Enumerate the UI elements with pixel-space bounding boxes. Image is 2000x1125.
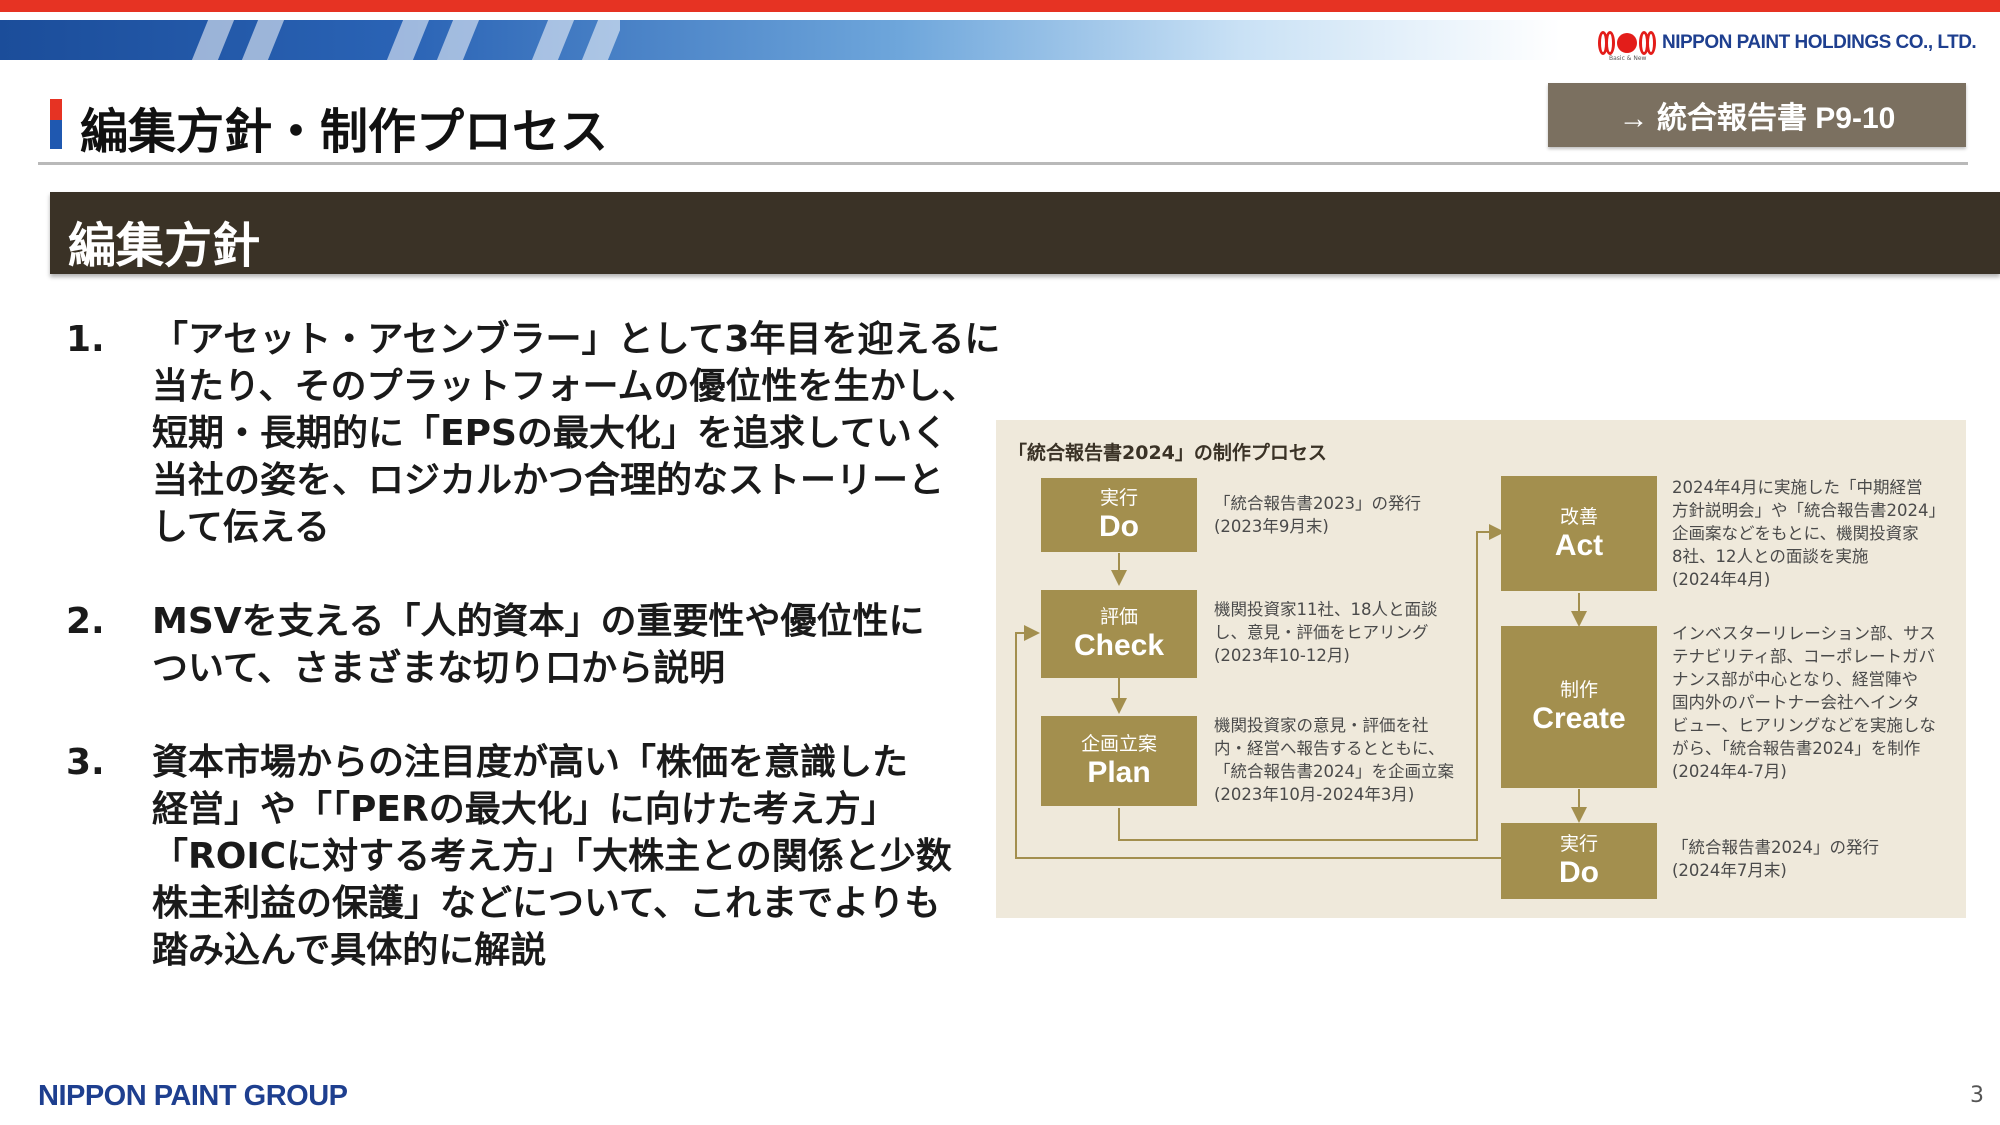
band-diagonal-stripes: [0, 20, 620, 60]
step-label-jp: 改善: [1559, 505, 1598, 528]
step-label-jp: 評価: [1099, 606, 1138, 628]
policy-text-line: 「アセット・アセンブラー」として3年目を迎えるに: [152, 319, 1001, 360]
page-title: 編集方針・制作プロセス: [80, 104, 609, 160]
title-divider: [38, 162, 1968, 165]
policy-number: 2.: [66, 601, 105, 642]
title-accent-bar: [50, 99, 62, 149]
integrated-report-reference-button[interactable]: → 統合報告書 P9-10: [1548, 83, 1966, 147]
step-do-2024: 実行 Do: [1501, 823, 1657, 899]
step-label-en: Act: [1554, 528, 1604, 562]
step-check: 評価 Check: [1041, 590, 1197, 678]
step-do-2024-note: 「統合報告書2024」の発行 (2024年7月末): [1672, 838, 1879, 880]
step-label-en: Create: [1532, 702, 1626, 735]
step-check-note: 機関投資家11社、18人と面談 し、意見・評価をヒアリング (2023年10-1…: [1214, 600, 1438, 665]
step-label-en: Check: [1073, 629, 1165, 662]
step-label-en: Do: [1099, 510, 1139, 543]
step-act: 改善 Act: [1501, 476, 1657, 591]
step-act-note: 2024年4月に実施した「中期経営 方針説明会」や「統合報告書2024」 企画案…: [1672, 478, 1945, 589]
top-red-stripe: [0, 0, 2000, 12]
policy-text-line: 「ROICに対する考え方」「大株主との関係と少数: [152, 836, 952, 877]
step-do-2023: 実行 Do: [1041, 478, 1197, 552]
company-logo-text: NIPPON PAINT HOLDINGS CO., LTD.: [1662, 32, 1977, 53]
step-plan: 企画立案 Plan: [1041, 716, 1197, 806]
policy-text-line: 経営」や「「PERの最大化」に向けた考え方」: [152, 789, 897, 830]
step-label-en: Do: [1559, 856, 1599, 889]
step-create: 制作 Create: [1501, 626, 1657, 788]
step-create-note: インベスターリレーション部、サス テナビリティ部、コーポレートガバ ナンス部が中…: [1672, 624, 1936, 781]
step-label-jp: 実行: [1559, 833, 1598, 855]
policy-text-line: 踏み込んで具体的に解説: [152, 930, 547, 971]
step-plan-note: 機関投資家の意見・評価を社 内・経営へ報告するとともに、 「統合報告書2024」…: [1214, 716, 1454, 804]
editorial-policy-list: 1. 「アセット・アセンブラー」として3年目を迎えるに 当たり、そのプラットフォ…: [66, 316, 1001, 1021]
policy-item: 2. MSVを支える「人的資本」の重要性や優位性に ついて、さまざまな切り口から…: [66, 598, 966, 692]
policy-item: 3. 資本市場からの注目度が高い「株価を意識した 経営」や「「PERの最大化」に…: [66, 739, 966, 974]
page-number: 3: [1970, 1083, 1984, 1108]
policy-text-line: ついて、さまざまな切り口から説明: [152, 648, 726, 689]
group-logo: NIPPON PAINT GROUP: [38, 1080, 348, 1112]
policy-number: 1.: [66, 319, 105, 360]
policy-text-line: MSVを支える「人的資本」の重要性や優位性に: [152, 601, 925, 642]
step-do-2023-note: 「統合報告書2023」の発行 (2023年9月末): [1214, 494, 1421, 536]
policy-text-line: 株主利益の保護」などについて、これまでよりも: [152, 883, 941, 924]
section-heading: 編集方針: [68, 218, 261, 274]
policy-text-line: 当社の姿を、ロジカルかつ合理的なストーリーと: [152, 460, 945, 501]
policy-text-line: 当たり、そのプラットフォームの優位性を生かし、: [152, 366, 978, 407]
nippon-paint-mark-icon: Basic & New: [1598, 30, 1656, 62]
step-label-jp: 実行: [1099, 487, 1138, 509]
policy-text-line: して伝える: [152, 507, 330, 548]
policy-text-line: 短期・長期的に「EPSの最大化」を追求していく: [152, 413, 948, 454]
diagram-title: 「統合報告書2024」の制作プロセス: [1008, 442, 1327, 464]
policy-item: 1. 「アセット・アセンブラー」として3年目を迎えるに 当たり、そのプラットフォ…: [66, 316, 1001, 551]
company-logo: Basic & New NIPPON PAINT HOLDINGS CO., L…: [1598, 26, 1977, 62]
step-label-en: Plan: [1087, 756, 1151, 789]
production-process-diagram: 「統合報告書2024」の制作プロセス 実行 Do 「統合報告書2023」の発行 …: [996, 420, 1966, 918]
section-heading-bar: 編集方針: [50, 192, 2000, 274]
policy-number: 3.: [66, 742, 105, 783]
logo-tagline: Basic & New: [1609, 55, 1647, 62]
policy-text-line: 資本市場からの注目度が高い「株価を意識した: [152, 742, 909, 783]
step-label-jp: 企画立案: [1080, 733, 1157, 755]
step-label-jp: 制作: [1559, 679, 1598, 701]
